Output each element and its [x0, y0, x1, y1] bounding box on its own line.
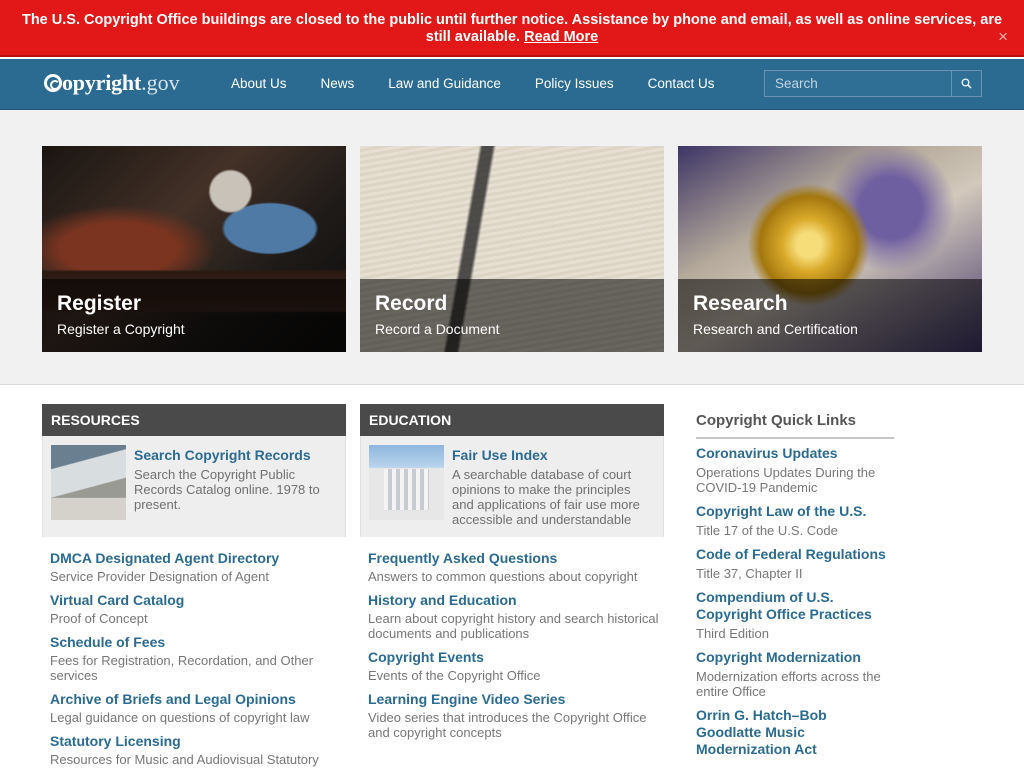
education-feature: Fair Use Index A searchable database of … — [360, 436, 664, 537]
list-item: Schedule of Fees Fees for Registration, … — [50, 634, 346, 683]
close-icon[interactable]: × — [998, 28, 1008, 45]
link-description: Learn about copyright history and search… — [368, 611, 659, 641]
link-description: Modernization efforts across the entire … — [696, 669, 881, 699]
logo-word: opyright — [62, 70, 142, 95]
copyright-modernization-link[interactable]: Copyright Modernization — [696, 649, 894, 666]
record-title: Record — [375, 292, 448, 315]
record-card[interactable]: Record Record a Document — [360, 146, 664, 352]
education-link-list: Frequently Asked Questions Answers to co… — [360, 537, 664, 740]
resources-column: RESOURCES Search Copyright Records Searc… — [42, 404, 346, 775]
link-description: Service Provider Designation of Agent — [50, 569, 269, 584]
main-navbar: opyright .gov About Us News Law and Guid… — [0, 59, 1024, 110]
fair-use-thumbnail[interactable] — [369, 445, 444, 520]
link-description: Fees for Registration, Recordation, and … — [50, 653, 314, 683]
list-item: History and Education Learn about copyri… — [368, 592, 664, 641]
learning-engine-video-series-link[interactable]: Learning Engine Video Series — [368, 691, 664, 708]
link-description: Third Edition — [696, 626, 769, 641]
statutory-licensing-link[interactable]: Statutory Licensing — [50, 733, 346, 750]
nav-contact-us[interactable]: Contact Us — [631, 59, 732, 109]
register-subtitle: Register a Copyright — [57, 321, 185, 337]
hero-section: Register Register a Copyright Record Rec… — [0, 110, 1024, 385]
resources-heading: RESOURCES — [42, 404, 346, 436]
list-item: DMCA Designated Agent Directory Service … — [50, 550, 346, 584]
nav-about-us[interactable]: About Us — [214, 59, 304, 109]
quick-links-heading: Copyright Quick Links — [696, 404, 894, 439]
link-description: Operations Updates During the COVID-19 P… — [696, 465, 876, 495]
link-description: Answers to common questions about copyri… — [368, 569, 638, 584]
nav-law-and-guidance[interactable]: Law and Guidance — [371, 59, 518, 109]
list-item: Learning Engine Video Series Video serie… — [368, 691, 664, 740]
copyright-events-link[interactable]: Copyright Events — [368, 649, 664, 666]
record-caption: Record Record a Document — [360, 279, 664, 352]
list-item: Orrin G. Hatch–Bob Goodlatte Music Moder… — [696, 707, 894, 758]
link-description: Events of the Copyright Office — [368, 668, 541, 683]
education-heading: EDUCATION — [360, 404, 664, 436]
research-card[interactable]: Research Research and Certification — [678, 146, 982, 352]
coronavirus-updates-link[interactable]: Coronavirus Updates — [696, 445, 894, 462]
schedule-of-fees-link[interactable]: Schedule of Fees — [50, 634, 346, 651]
list-item: Compendium of U.S. Copyright Office Prac… — [696, 589, 894, 641]
search-button[interactable] — [952, 70, 982, 97]
search-copyright-records-desc: Search the Copyright Public Records Cata… — [134, 467, 320, 512]
logo-gov: .gov — [141, 70, 180, 95]
dmca-agent-directory-link[interactable]: DMCA Designated Agent Directory — [50, 550, 346, 567]
research-subtitle: Research and Certification — [693, 321, 858, 337]
fair-use-index-link[interactable]: Fair Use Index — [452, 447, 548, 463]
record-subtitle: Record a Document — [375, 321, 500, 337]
code-of-federal-regulations-link[interactable]: Code of Federal Regulations — [696, 546, 894, 563]
register-card[interactable]: Register Register a Copyright — [42, 146, 346, 352]
list-item: Code of Federal Regulations Title 37, Ch… — [696, 546, 894, 581]
list-item: Virtual Card Catalog Proof of Concept — [50, 592, 346, 626]
link-description: Proof of Concept — [50, 611, 148, 626]
copyright-logo[interactable]: opyright .gov — [44, 70, 180, 98]
list-item: Copyright Law of the U.S. Title 17 of th… — [696, 503, 894, 538]
list-item: Statutory Licensing Resources for Music … — [50, 733, 346, 767]
link-description: Legal guidance on questions of copyright… — [50, 710, 310, 725]
search-records-thumbnail[interactable] — [51, 445, 126, 520]
quick-links-column: Copyright Quick Links Coronavirus Update… — [696, 404, 894, 766]
faq-link[interactable]: Frequently Asked Questions — [368, 550, 664, 567]
nav-menu: About Us News Law and Guidance Policy Is… — [214, 59, 731, 109]
link-description: Video series that introduces the Copyrig… — [368, 710, 647, 740]
fair-use-index-desc: A searchable database of court opinions … — [452, 467, 640, 527]
quick-links-list: Coronavirus Updates Operations Updates D… — [696, 439, 894, 758]
register-caption: Register Register a Copyright — [42, 279, 346, 352]
link-description: Title 37, Chapter II — [696, 566, 803, 581]
nav-news[interactable]: News — [304, 59, 372, 109]
search-form — [764, 70, 982, 97]
resources-link-list: DMCA Designated Agent Directory Service … — [42, 537, 346, 767]
list-item: Copyright Events Events of the Copyright… — [368, 649, 664, 683]
read-more-link[interactable]: Read More — [524, 29, 598, 45]
compendium-link[interactable]: Compendium of U.S. Copyright Office Prac… — [696, 589, 894, 623]
search-icon — [961, 78, 972, 89]
resources-feature: Search Copyright Records Search the Copy… — [42, 436, 346, 537]
list-item: Archive of Briefs and Legal Opinions Leg… — [50, 691, 346, 725]
alert-banner: The U.S. Copyright Office buildings are … — [0, 0, 1024, 57]
link-description: Resources for Music and Audiovisual Stat… — [50, 752, 319, 767]
list-item: Coronavirus Updates Operations Updates D… — [696, 445, 894, 495]
education-column: EDUCATION Fair Use Index A searchable da… — [360, 404, 664, 748]
virtual-card-catalog-link[interactable]: Virtual Card Catalog — [50, 592, 346, 609]
nav-policy-issues[interactable]: Policy Issues — [518, 59, 631, 109]
link-description: Title 17 of the U.S. Code — [696, 523, 838, 538]
search-input[interactable] — [764, 70, 952, 97]
register-title: Register — [57, 292, 142, 315]
search-copyright-records-link[interactable]: Search Copyright Records — [134, 447, 311, 463]
alert-message: The U.S. Copyright Office buildings are … — [21, 12, 1003, 45]
copyright-c-icon — [44, 74, 62, 92]
research-caption: Research Research and Certification — [678, 279, 982, 352]
list-item: Copyright Modernization Modernization ef… — [696, 649, 894, 699]
copyright-law-link[interactable]: Copyright Law of the U.S. — [696, 503, 894, 520]
research-title: Research — [693, 292, 788, 315]
archive-of-briefs-link[interactable]: Archive of Briefs and Legal Opinions — [50, 691, 346, 708]
history-and-education-link[interactable]: History and Education — [368, 592, 664, 609]
music-modernization-act-link[interactable]: Orrin G. Hatch–Bob Goodlatte Music Moder… — [696, 707, 894, 758]
list-item: Frequently Asked Questions Answers to co… — [368, 550, 664, 584]
